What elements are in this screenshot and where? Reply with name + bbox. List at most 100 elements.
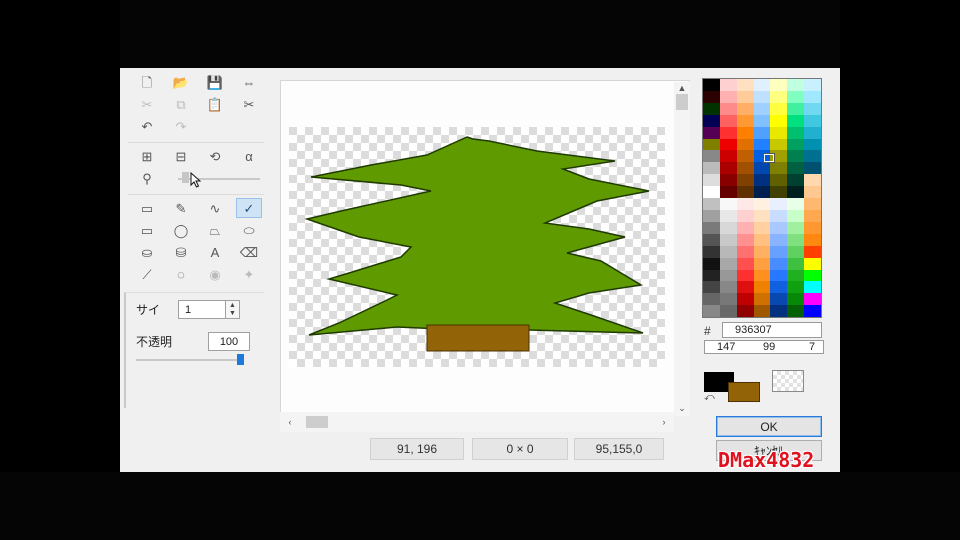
- palette-swatch[interactable]: [703, 281, 720, 294]
- palette-swatch[interactable]: [719, 150, 737, 163]
- palette-swatch[interactable]: [753, 281, 771, 294]
- palette-column[interactable]: [770, 79, 788, 318]
- palette-swatch[interactable]: [703, 174, 720, 187]
- horizontal-scroll-thumb[interactable]: [306, 416, 328, 428]
- undo-icon[interactable]: ↶: [134, 116, 160, 136]
- palette-swatch[interactable]: [804, 221, 822, 234]
- palette-swatch[interactable]: [703, 114, 720, 127]
- palette-swatch[interactable]: [753, 233, 771, 246]
- palette-swatch[interactable]: [804, 198, 822, 210]
- palette-swatch[interactable]: [753, 305, 771, 318]
- copy-icon[interactable]: ⧉: [168, 94, 194, 114]
- palette-swatch[interactable]: [753, 79, 771, 91]
- scroll-left-icon[interactable]: ‹: [284, 415, 296, 429]
- palette-swatch[interactable]: [736, 174, 754, 187]
- palette-swatch[interactable]: [703, 198, 720, 210]
- palette-swatch[interactable]: [736, 209, 754, 222]
- stepper-down-icon[interactable]: ▼: [229, 310, 236, 318]
- palette-swatch[interactable]: [719, 233, 737, 246]
- palette-swatch[interactable]: [719, 90, 737, 103]
- palette-swatch[interactable]: [719, 186, 737, 199]
- palette-swatch[interactable]: [787, 293, 805, 306]
- line-icon[interactable]: ⟋: [134, 264, 160, 284]
- zoom-slider-thumb[interactable]: [182, 172, 189, 183]
- crop-icon[interactable]: ✂: [236, 94, 262, 114]
- palette-swatch[interactable]: [787, 102, 805, 115]
- open-icon[interactable]: 📂: [168, 72, 194, 92]
- palette-swatch[interactable]: [770, 305, 788, 318]
- color-palette[interactable]: [702, 78, 822, 318]
- paste-icon[interactable]: 📋: [202, 94, 228, 114]
- palette-swatch[interactable]: [703, 209, 720, 222]
- palette-swatch[interactable]: [787, 209, 805, 222]
- palette-swatch[interactable]: [719, 198, 737, 210]
- palette-column[interactable]: [703, 79, 720, 318]
- palette-swatch[interactable]: [787, 186, 805, 199]
- save-icon[interactable]: 💾: [202, 72, 228, 92]
- palette-swatch[interactable]: [736, 221, 754, 234]
- redo-icon[interactable]: ↷: [168, 116, 194, 136]
- vertical-scrollbar[interactable]: ▲ ⌄: [674, 82, 690, 416]
- image-canvas[interactable]: [289, 127, 665, 367]
- palette-swatch[interactable]: [770, 198, 788, 210]
- palette-swatch[interactable]: [804, 126, 822, 139]
- fill-bucket-icon[interactable]: ⛀: [134, 242, 160, 262]
- palette-swatch[interactable]: [736, 233, 754, 246]
- palette-swatch[interactable]: [703, 90, 720, 103]
- palette-swatch[interactable]: [770, 79, 788, 91]
- palette-column[interactable]: [753, 79, 771, 318]
- palette-swatch[interactable]: [804, 79, 822, 91]
- palette-swatch[interactable]: [787, 257, 805, 270]
- palette-swatch[interactable]: [770, 138, 788, 151]
- palette-swatch[interactable]: [753, 114, 771, 127]
- vertical-scroll-thumb[interactable]: [676, 94, 688, 110]
- green-value[interactable]: 99: [763, 341, 775, 353]
- palette-swatch[interactable]: [736, 102, 754, 115]
- zoom-icon[interactable]: ⚲: [134, 168, 160, 188]
- palette-swatch[interactable]: [770, 102, 788, 115]
- palette-swatch[interactable]: [719, 293, 737, 306]
- palette-swatch[interactable]: [719, 269, 737, 282]
- palette-swatch[interactable]: [719, 245, 737, 258]
- opacity-slider-track[interactable]: [136, 359, 244, 361]
- text-icon[interactable]: A: [202, 242, 228, 262]
- palette-swatch[interactable]: [703, 269, 720, 282]
- palette-swatch[interactable]: [753, 198, 771, 210]
- color-adjust-icon[interactable]: α: [236, 146, 262, 166]
- palette-swatch[interactable]: [719, 221, 737, 234]
- palette-swatch[interactable]: [787, 138, 805, 151]
- freeform-icon[interactable]: ∿: [202, 198, 228, 218]
- ellipse-icon[interactable]: ◯: [168, 220, 194, 240]
- palette-swatch[interactable]: [719, 305, 737, 318]
- blue-value[interactable]: 7: [809, 341, 815, 353]
- stepper-up-icon[interactable]: ▲: [229, 302, 236, 310]
- rgb-values[interactable]: 147 99 7: [704, 340, 824, 354]
- palette-swatch[interactable]: [804, 150, 822, 163]
- scroll-up-icon[interactable]: ▲: [674, 82, 690, 94]
- palette-swatch[interactable]: [736, 293, 754, 306]
- palette-swatch[interactable]: [770, 186, 788, 199]
- palette-swatch[interactable]: [770, 126, 788, 139]
- palette-swatch[interactable]: [753, 257, 771, 270]
- palette-swatch[interactable]: [736, 198, 754, 210]
- palette-swatch[interactable]: [770, 221, 788, 234]
- palette-swatch[interactable]: [736, 269, 754, 282]
- palette-swatch[interactable]: [770, 162, 788, 175]
- palette-swatch[interactable]: [753, 102, 771, 115]
- palette-swatch[interactable]: [703, 102, 720, 115]
- rounded-rectangle-icon[interactable]: ⬭: [236, 220, 262, 240]
- resize-icon[interactable]: ⇔: [236, 72, 262, 92]
- ok-button[interactable]: OK: [716, 416, 822, 437]
- palette-swatch[interactable]: [719, 162, 737, 175]
- palette-swatch[interactable]: [787, 114, 805, 127]
- palette-swatch[interactable]: [770, 281, 788, 294]
- palette-swatch[interactable]: [719, 138, 737, 151]
- select-rectangle-icon[interactable]: ▭: [134, 198, 160, 218]
- size-input[interactable]: 1: [178, 300, 226, 319]
- scroll-down-icon[interactable]: ⌄: [674, 402, 690, 414]
- palette-swatch[interactable]: [719, 257, 737, 270]
- palette-swatch[interactable]: [770, 209, 788, 222]
- palette-swatch[interactable]: [736, 126, 754, 139]
- palette-swatch[interactable]: [804, 162, 822, 175]
- horizontal-scrollbar[interactable]: ‹ ›: [280, 412, 674, 432]
